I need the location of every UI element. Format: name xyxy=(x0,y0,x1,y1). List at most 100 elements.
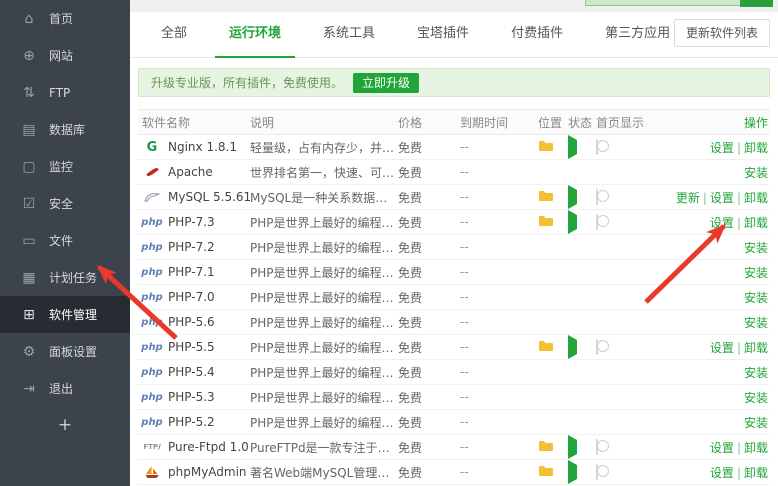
software-description: 著名Web端MySQL管理工具 xyxy=(250,464,398,481)
column-header: 操作 xyxy=(658,114,770,131)
sidebar-item-monitor[interactable]: ▢监控 xyxy=(0,148,130,185)
action-link[interactable]: 卸载 xyxy=(744,466,768,480)
folder-icon[interactable] xyxy=(538,341,554,355)
action-cell: 更新|设置|卸载 xyxy=(658,189,770,206)
expire-cell: -- xyxy=(460,215,538,229)
sidebar-add-button[interactable]: + xyxy=(0,407,130,443)
action-link[interactable]: 安装 xyxy=(744,166,768,180)
table-row: phpMyAdmin 4.4著名Web端MySQL管理工具免费--设置|卸载 xyxy=(138,460,770,485)
software-name: Pure-Ftpd 1.0.47 xyxy=(168,440,250,454)
folder-icon[interactable] xyxy=(538,216,554,230)
toggle-knob xyxy=(597,215,609,227)
home-show-toggle[interactable] xyxy=(596,139,598,155)
action-link[interactable]: 设置 xyxy=(710,441,734,455)
action-link[interactable]: 安装 xyxy=(744,391,768,405)
software-description: PHP是世界上最好的编程语言 xyxy=(250,339,398,356)
action-link[interactable]: 安装 xyxy=(744,241,768,255)
tab-all[interactable]: 全部 xyxy=(147,12,201,58)
toggle-knob xyxy=(597,140,609,152)
column-header: 说明 xyxy=(250,114,398,131)
upgrade-now-button[interactable]: 立即升级 xyxy=(353,73,419,93)
folder-icon[interactable] xyxy=(538,191,554,205)
action-link[interactable]: 卸载 xyxy=(744,341,768,355)
folder-icon[interactable] xyxy=(538,466,554,480)
sidebar-item-ftp[interactable]: ⇅FTP xyxy=(0,74,130,111)
sidebar-item-site[interactable]: ⊕网站 xyxy=(0,37,130,74)
home-icon: ⌂ xyxy=(21,11,37,27)
php-app-icon: php xyxy=(142,415,162,429)
table-row: FTP/Pure-Ftpd 1.0.47PureFTPd是一款专注于程序健壮和软… xyxy=(138,435,770,460)
action-link[interactable]: 卸载 xyxy=(744,191,768,205)
action-link[interactable]: 设置 xyxy=(710,341,734,355)
action-link[interactable]: 安装 xyxy=(744,316,768,330)
sidebar-item-files[interactable]: ▭文件 xyxy=(0,222,130,259)
software-description: PHP是世界上最好的编程语言 xyxy=(250,214,398,231)
search-input-cropped[interactable] xyxy=(585,0,757,6)
location-cell xyxy=(538,440,568,455)
tab-system-tools[interactable]: 系统工具 xyxy=(309,12,389,58)
home-show-toggle[interactable] xyxy=(596,339,598,355)
files-icon: ▭ xyxy=(21,233,37,249)
search-button-cropped[interactable] xyxy=(740,0,773,7)
expire-cell: -- xyxy=(460,365,538,379)
action-separator: | xyxy=(737,441,741,455)
action-link[interactable]: 安装 xyxy=(744,291,768,305)
update-software-list-button[interactable]: 更新软件列表 xyxy=(674,19,770,47)
action-link[interactable]: 设置 xyxy=(710,466,734,480)
folder-icon[interactable] xyxy=(538,141,554,155)
action-link[interactable]: 安装 xyxy=(744,266,768,280)
column-header: 首页显示 xyxy=(596,114,658,131)
action-link[interactable]: 安装 xyxy=(744,416,768,430)
database-icon: ▤ xyxy=(21,122,37,138)
table-body: GNginx 1.8.1轻量级，占有内存少，并发能力强免费--设置|卸载Apac… xyxy=(138,135,770,485)
running-status-icon[interactable] xyxy=(568,185,577,209)
action-link[interactable]: 卸载 xyxy=(744,441,768,455)
price-cell: 免费 xyxy=(398,264,460,281)
software-name: PHP-5.2 xyxy=(168,415,215,429)
nginx-app-icon: G xyxy=(142,140,162,154)
expire-cell: -- xyxy=(460,440,538,454)
cron-icon: ▦ xyxy=(21,270,37,286)
home-show-toggle[interactable] xyxy=(596,464,598,480)
action-link[interactable]: 设置 xyxy=(710,216,734,230)
running-status-icon[interactable] xyxy=(568,135,577,159)
column-header: 位置 xyxy=(538,114,568,131)
action-link[interactable]: 更新 xyxy=(676,191,700,205)
running-status-icon[interactable] xyxy=(568,435,577,459)
software-name-cell: phpPHP-5.4 xyxy=(138,365,250,379)
action-link[interactable]: 安装 xyxy=(744,366,768,380)
tab-bt-plugins[interactable]: 宝塔插件 xyxy=(403,12,483,58)
sidebar-item-security[interactable]: ☑安全 xyxy=(0,185,130,222)
action-link[interactable]: 设置 xyxy=(710,141,734,155)
software-name: Apache xyxy=(168,165,213,179)
php-app-icon: php xyxy=(142,240,162,254)
action-link[interactable]: 设置 xyxy=(710,191,734,205)
running-status-icon[interactable] xyxy=(568,460,577,484)
table-row: phpPHP-7.3PHP是世界上最好的编程语言免费--设置|卸载 xyxy=(138,210,770,235)
home-show-toggle[interactable] xyxy=(596,439,598,455)
running-status-icon[interactable] xyxy=(568,210,577,234)
tab-runtime[interactable]: 运行环境 xyxy=(215,12,295,58)
sidebar-item-logout[interactable]: ⇥退出 xyxy=(0,370,130,407)
home-show-toggle[interactable] xyxy=(596,189,598,205)
action-link[interactable]: 卸载 xyxy=(744,141,768,155)
sidebar-item-panel[interactable]: ⚙面板设置 xyxy=(0,333,130,370)
folder-icon[interactable] xyxy=(538,441,554,455)
software-name: PHP-7.2 xyxy=(168,240,215,254)
php-app-icon: php xyxy=(142,315,162,329)
tab-third-party[interactable]: 第三方应用 xyxy=(591,12,684,58)
home-show-toggle[interactable] xyxy=(596,214,598,230)
logout-icon: ⇥ xyxy=(21,381,37,397)
sidebar-item-home[interactable]: ⌂ 首页 xyxy=(0,0,130,37)
sidebar-item-cron[interactable]: ▦计划任务 xyxy=(0,259,130,296)
price-cell: 免费 xyxy=(398,139,460,156)
action-link[interactable]: 卸载 xyxy=(744,216,768,230)
running-status-icon[interactable] xyxy=(568,335,577,359)
software-name-cell: MySQL 5.5.61 xyxy=(138,190,250,204)
software-name-cell: phpMyAdmin 4.4 xyxy=(138,465,250,479)
sidebar-item-database[interactable]: ▤数据库 xyxy=(0,111,130,148)
sidebar-item-software[interactable]: ⊞软件管理 xyxy=(0,296,130,333)
sidebar-item-label: 首页 xyxy=(49,10,73,27)
tab-paid-plugins[interactable]: 付费插件 xyxy=(497,12,577,58)
software-description: PHP是世界上最好的编程语言 xyxy=(250,389,398,406)
